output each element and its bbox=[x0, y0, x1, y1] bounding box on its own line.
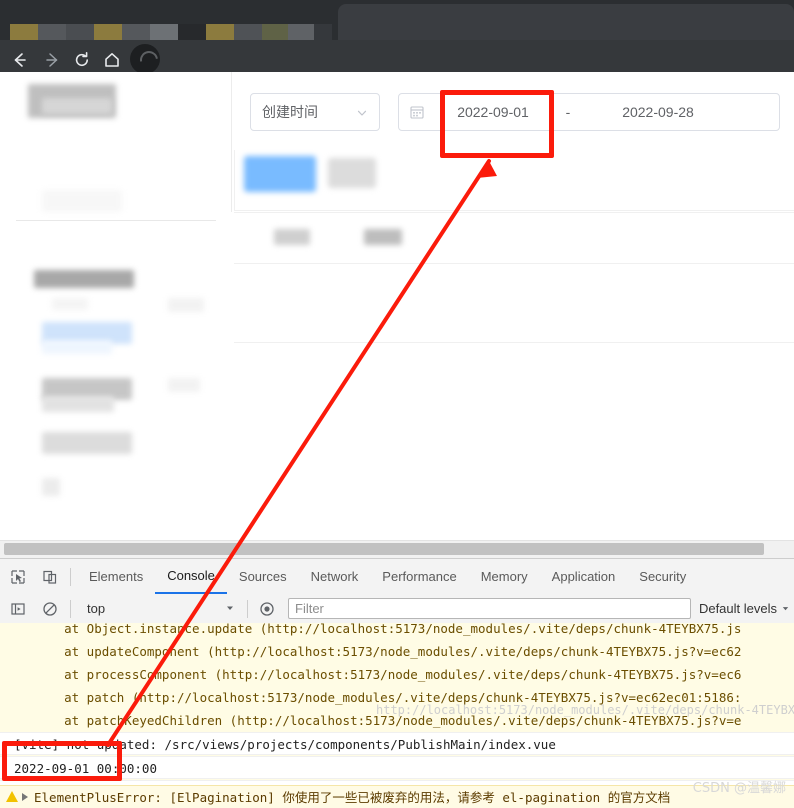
tab-sources[interactable]: Sources bbox=[227, 560, 299, 594]
tab-application[interactable]: Application bbox=[540, 560, 628, 594]
redacted-block bbox=[234, 24, 262, 40]
back-icon[interactable] bbox=[8, 48, 32, 72]
content-table-header-row bbox=[234, 212, 794, 264]
console-stack-line[interactable]: at processComponent (http://localhost:51… bbox=[0, 663, 794, 686]
console-warning-row[interactable]: ElementPlusError: [ElPagination] 你使用了一些已… bbox=[0, 785, 794, 808]
browser-toolbar bbox=[0, 40, 794, 72]
redacted-block bbox=[288, 24, 314, 40]
tab-memory[interactable]: Memory bbox=[469, 560, 540, 594]
redacted-nav-block bbox=[52, 298, 88, 310]
device-toolbar-icon[interactable] bbox=[36, 563, 64, 591]
tab-security[interactable]: Security bbox=[627, 560, 698, 594]
web-page-viewport: 创建时间 2022-09-01 - 2022-09-28 bbox=[0, 72, 794, 540]
redacted-nav-block bbox=[42, 340, 112, 354]
chevron-down-icon bbox=[225, 600, 235, 618]
redacted-nav-block bbox=[42, 432, 132, 454]
reload-icon[interactable] bbox=[70, 48, 94, 72]
home-icon[interactable] bbox=[100, 48, 124, 72]
log-levels-select[interactable]: Default levels bbox=[699, 601, 794, 616]
execution-context-select[interactable]: top bbox=[81, 598, 241, 619]
time-field-select-value: 创建时间 bbox=[262, 105, 318, 121]
console-sidebar-toggle-icon[interactable] bbox=[4, 595, 32, 623]
redacted-nav-block bbox=[168, 298, 204, 312]
devtools-tabbar: Elements Console Sources Network Perform… bbox=[0, 559, 794, 595]
redacted-block bbox=[314, 24, 332, 40]
chevron-down-icon bbox=[781, 601, 790, 616]
browser-active-tab[interactable] bbox=[338, 4, 794, 40]
forward-icon[interactable] bbox=[40, 48, 64, 72]
screenshot-root: 创建时间 2022-09-01 - 2022-09-28 Elements Co… bbox=[0, 0, 794, 808]
console-toolbar: top Filter Default levels bbox=[0, 594, 794, 624]
inspect-element-icon[interactable] bbox=[4, 563, 32, 591]
chevron-down-icon bbox=[356, 106, 368, 118]
redacted-block bbox=[178, 24, 206, 40]
redacted-block bbox=[262, 24, 288, 40]
redacted-nav-block bbox=[42, 190, 122, 212]
tab-elements[interactable]: Elements bbox=[77, 560, 155, 594]
console-warning-text: ElementPlusError: [ElPagination] 你使用了一些已… bbox=[34, 790, 671, 805]
redacted-block bbox=[38, 24, 66, 40]
warning-triangle-icon bbox=[6, 791, 18, 802]
redacted-secondary-button[interactable] bbox=[328, 158, 376, 188]
expand-arrow-icon[interactable] bbox=[22, 793, 28, 801]
redacted-block bbox=[150, 24, 178, 40]
console-filter-placeholder: Filter bbox=[295, 601, 324, 616]
redacted-cell bbox=[364, 229, 402, 245]
browser-chrome bbox=[0, 0, 794, 72]
tab-network[interactable]: Network bbox=[299, 560, 371, 594]
console-stack-line[interactable]: at updateComponent (http://localhost:517… bbox=[0, 640, 794, 663]
calendar-icon bbox=[409, 104, 425, 120]
console-stack-line[interactable]: at Object.instance.update (http://localh… bbox=[0, 623, 794, 640]
tab-performance[interactable]: Performance bbox=[370, 560, 468, 594]
redacted-nav-block bbox=[34, 270, 134, 288]
console-date-highlight-box bbox=[2, 741, 122, 781]
date-range-separator: - bbox=[565, 104, 571, 120]
tab-console[interactable]: Console bbox=[155, 560, 227, 594]
toolbar-separator bbox=[247, 599, 248, 618]
toolbar-separator bbox=[70, 599, 71, 618]
left-navigation-panel bbox=[0, 72, 232, 540]
redacted-block bbox=[206, 24, 234, 40]
redacted-nav-block bbox=[42, 478, 60, 496]
redacted-nav-block bbox=[42, 98, 112, 114]
content-table-body bbox=[234, 262, 794, 343]
time-field-select[interactable]: 创建时间 bbox=[250, 93, 380, 131]
status-bar-url: http://localhost:5173/node_modules/.vite… bbox=[376, 703, 794, 717]
watermark: CSDN @温馨娜 bbox=[692, 781, 786, 796]
redacted-block bbox=[94, 24, 122, 40]
clear-console-icon[interactable] bbox=[36, 595, 64, 623]
redacted-nav-block bbox=[42, 396, 114, 412]
toolbar-separator bbox=[70, 567, 71, 586]
redacted-block bbox=[66, 24, 94, 40]
console-filter-input[interactable]: Filter bbox=[288, 598, 691, 619]
log-levels-value: Default levels bbox=[698, 601, 777, 616]
date-end-value[interactable]: 2022-09-28 bbox=[583, 104, 733, 120]
redacted-primary-button[interactable] bbox=[244, 156, 316, 192]
redacted-nav-block bbox=[168, 378, 200, 392]
redacted-block bbox=[10, 24, 38, 40]
date-start-highlight-box bbox=[440, 90, 554, 158]
execution-context-value: top bbox=[87, 601, 106, 616]
live-expression-eye-icon[interactable] bbox=[254, 596, 280, 622]
content-card-top bbox=[234, 150, 794, 211]
redacted-block bbox=[122, 24, 150, 40]
page-horizontal-scrollbar-thumb[interactable] bbox=[4, 543, 764, 555]
nav-divider bbox=[16, 220, 216, 221]
browser-tabstrip bbox=[0, 0, 794, 40]
redacted-cell bbox=[274, 229, 310, 245]
